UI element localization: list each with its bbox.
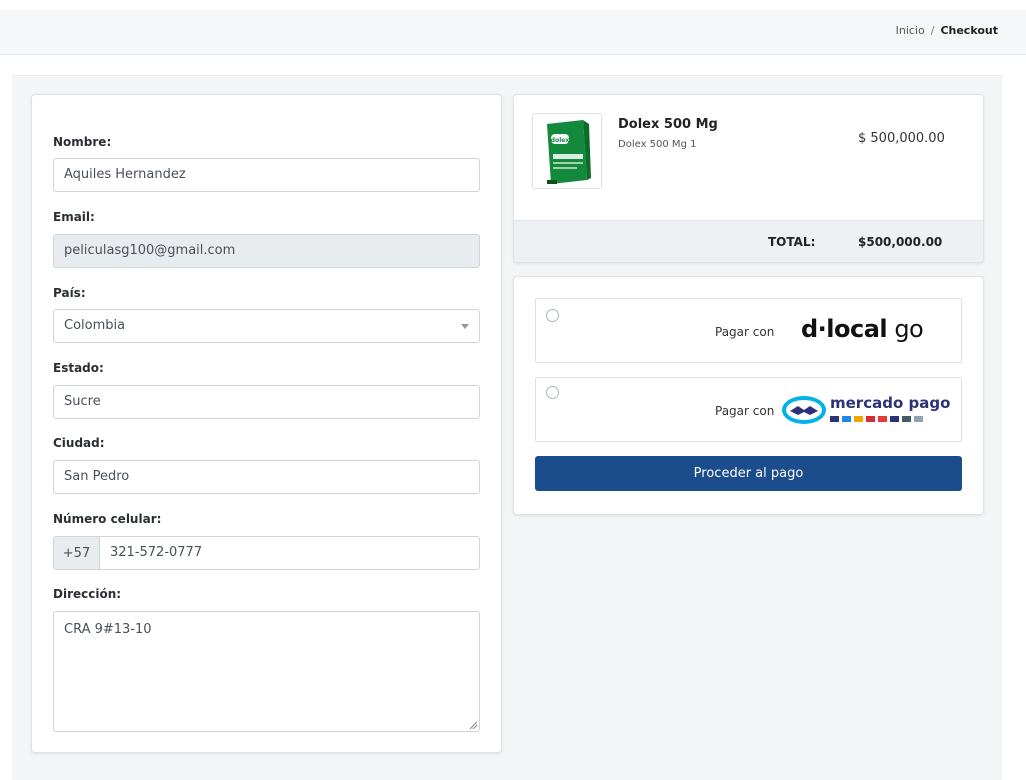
pais-select[interactable]: Colombia — [53, 309, 480, 343]
product-subtitle: Dolex 500 Mg 1 — [618, 139, 697, 150]
pais-selected-value: Colombia — [64, 318, 126, 333]
breadcrumb-current: Checkout — [940, 24, 998, 37]
total-label: TOTAL: — [768, 235, 816, 249]
resize-handle-icon[interactable] — [469, 721, 477, 729]
breadcrumb-separator: / — [930, 24, 935, 37]
estado-input[interactable]: Sucre — [53, 385, 480, 419]
celular-label: Número celular: — [53, 512, 162, 526]
email-label: Email: — [53, 210, 95, 224]
pay-with-label-dlocal: Pagar con — [715, 325, 775, 339]
dolex-box-text: dolex — [551, 137, 570, 144]
email-input[interactable]: peliculasg100@gmail.com — [53, 234, 480, 268]
chevron-down-icon — [461, 324, 469, 329]
country-code-prefix: +57 — [54, 537, 100, 569]
mercado-pago-logo-text: mercado pago — [830, 394, 950, 412]
product-image: dolex — [532, 113, 602, 189]
order-summary-card: dolex Dolex 500 Mg Dolex 500 Mg 1 $ 500,… — [513, 94, 984, 263]
nombre-label: Nombre: — [53, 135, 112, 149]
celular-input[interactable]: 321-572-0777 — [100, 537, 479, 569]
breadcrumb-home-link[interactable]: Inicio — [896, 24, 925, 37]
pay-with-label-mercadopago: Pagar con — [715, 404, 775, 418]
payment-option-dlocal[interactable]: Pagar con d·local go — [535, 298, 962, 363]
total-value: $500,000.00 — [858, 235, 943, 249]
radio-dlocal[interactable] — [546, 309, 559, 322]
proceed-payment-button[interactable]: Proceder al pago — [535, 456, 962, 491]
payment-option-mercadopago[interactable]: Pagar con mercado pago — [535, 377, 962, 442]
product-price: $ 500,000.00 — [858, 131, 945, 146]
mercado-pago-logo: mercado pago — [782, 394, 950, 424]
breadcrumb: Inicio / Checkout — [896, 24, 998, 37]
customer-form-card: Nombre: Aquiles Hernandez Email: pelicul… — [31, 94, 502, 753]
radio-mercadopago[interactable] — [546, 386, 559, 399]
dlocal-logo-suffix: go — [894, 315, 924, 343]
ciudad-input[interactable]: San Pedro — [53, 460, 480, 494]
estado-label: Estado: — [53, 361, 104, 375]
celular-input-group: +57 321-572-0777 — [53, 536, 480, 570]
nombre-input[interactable]: Aquiles Hernandez — [53, 158, 480, 192]
direccion-value: CRA 9#13-10 — [64, 622, 152, 637]
direccion-label: Dirección: — [53, 587, 122, 601]
dlocal-logo-main: d·local — [801, 315, 888, 343]
ciudad-label: Ciudad: — [53, 436, 105, 450]
pais-label: País: — [53, 286, 86, 300]
total-row: TOTAL: $500,000.00 — [514, 220, 983, 262]
dolex-box-icon: dolex — [547, 120, 591, 184]
direccion-textarea[interactable]: CRA 9#13-10 — [53, 611, 480, 732]
dlocal-go-logo: d·local go — [801, 315, 924, 343]
payment-method-card: Pagar con d·local go Pagar con mercado p… — [513, 276, 984, 515]
product-name: Dolex 500 Mg — [618, 117, 718, 132]
top-bar: Inicio / Checkout — [0, 10, 1026, 55]
checkout-content: Nombre: Aquiles Hernandez Email: pelicul… — [12, 75, 1002, 780]
